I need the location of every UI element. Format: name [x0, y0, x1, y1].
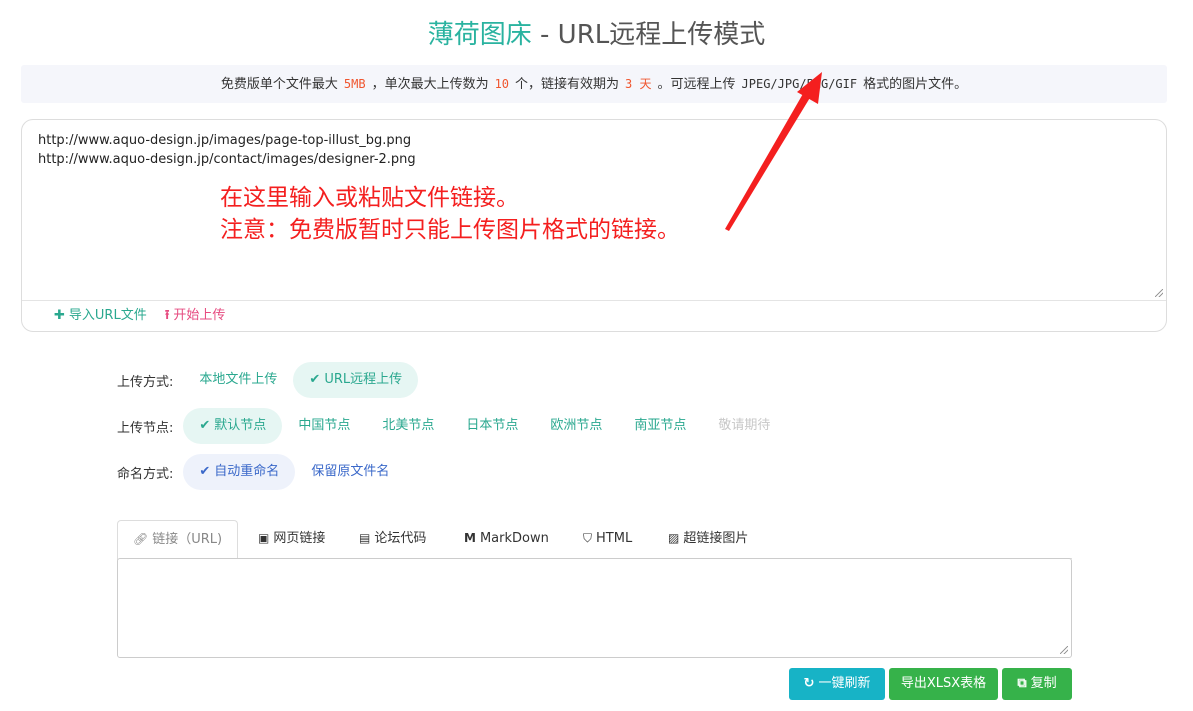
url-line: http://www.aquo-design.jp/images/page-to… [38, 133, 412, 148]
tab-html[interactable]: ⛉ HTML [568, 520, 647, 557]
option-local-upload[interactable]: 本地文件上传 [183, 362, 293, 398]
url-line: http://www.aquo-design.jp/contact/images… [38, 152, 416, 167]
comment-icon: ▤ [359, 531, 371, 545]
option-label: 北美节点 [382, 418, 435, 433]
tab-label: 超链接图片 [683, 531, 749, 546]
import-label: 导入URL文件 [68, 308, 147, 323]
image-icon: ▣ [258, 531, 270, 545]
tab-label: 网页链接 [273, 531, 326, 546]
page-title: 薄荷图床 - URL远程上传模式 [0, 16, 1193, 54]
check-icon: ✔ [309, 372, 321, 387]
refresh-button[interactable]: ↻ 一键刷新 [789, 668, 885, 700]
instruction-annotation: 在这里输入或粘贴文件链接。 注意：免费版暂时只能上传图片格式的链接。 [220, 182, 680, 246]
button-label: 一键刷新 [818, 676, 871, 691]
notice-text: 。可远程上传 [657, 77, 736, 92]
option-node-south-asia[interactable]: 南亚节点 [618, 408, 702, 444]
option-auto-rename[interactable]: ✔ 自动重命名 [183, 454, 296, 490]
option-label: 敬请期待 [718, 418, 771, 433]
option-node-coming-soon: 敬请期待 [702, 408, 786, 444]
option-node-china[interactable]: 中国节点 [282, 408, 366, 444]
resize-handle[interactable] [1060, 646, 1068, 654]
tab-label: HTML [596, 531, 633, 546]
brand-name: 薄荷图床 [427, 20, 532, 50]
option-label: 默认节点 [214, 418, 267, 433]
import-url-file-button[interactable]: ✚ 导入URL文件 [54, 306, 147, 326]
notice-text: 个，链接有效期为 [515, 77, 620, 92]
option-label: 中国节点 [298, 418, 351, 433]
tab-label: MarkDown [479, 531, 549, 546]
option-node-europe[interactable]: 欧洲节点 [534, 408, 618, 444]
check-icon: ✔ [199, 464, 211, 479]
option-label: 本地文件上传 [199, 372, 278, 387]
upload-node-row: 上传节点: ✔ 默认节点 中国节点 北美节点 日本节点 欧洲节点 南亚节点 敬请期… [117, 408, 786, 444]
url-actions: ✚ 导入URL文件 ⭱ 开始上传 [54, 306, 239, 326]
upload-node-label: 上传节点: [117, 420, 174, 436]
naming-label: 命名方式: [117, 466, 174, 482]
expire-value: 3 天 [625, 77, 652, 91]
option-label: 南亚节点 [634, 418, 687, 433]
button-label: 导出XLSX表格 [900, 676, 987, 691]
option-label: 保留原文件名 [311, 464, 390, 479]
title-mode: URL远程上传模式 [557, 20, 766, 50]
tab-markdown[interactable]: M MarkDown [449, 520, 564, 557]
option-label: 自动重命名 [214, 464, 280, 479]
tab-label: 论坛代码 [374, 531, 427, 546]
output-textarea[interactable] [117, 558, 1072, 658]
markdown-icon: M [464, 531, 476, 545]
upload-method-row: 上传方式: 本地文件上传 ✔ URL远程上传 [117, 362, 419, 398]
notice-text: ，单次最大上传数为 [371, 77, 489, 92]
option-label: 欧洲节点 [550, 418, 603, 433]
button-label: 复制 [1030, 676, 1057, 691]
option-url-upload[interactable]: ✔ URL远程上传 [293, 362, 419, 398]
naming-row: 命名方式: ✔ 自动重命名 保留原文件名 [117, 454, 405, 490]
annotation-line: 在这里输入或粘贴文件链接。 [220, 185, 519, 211]
tab-hyperlink-image[interactable]: ▨ 超链接图片 [653, 520, 763, 557]
tab-url[interactable]: 🔗︎ 链接（URL) [117, 520, 239, 560]
tab-label: 链接（URL) [152, 532, 223, 547]
notice-text: 免费版单个文件最大 [220, 77, 338, 92]
html5-icon: ⛉ [583, 531, 593, 545]
check-icon: ✔ [199, 418, 211, 433]
upload-method-label: 上传方式: [117, 374, 174, 390]
notice-text: 格式的图片文件。 [863, 77, 968, 92]
title-separator: - [531, 20, 558, 50]
option-node-default[interactable]: ✔ 默认节点 [183, 408, 283, 444]
plus-icon: ✚ [54, 308, 65, 323]
option-keep-filename[interactable]: 保留原文件名 [295, 454, 405, 490]
picture-icon: ▨ [668, 531, 680, 545]
upload-icon: ⭱ [164, 308, 170, 323]
formats-value: JPEG/JPG/PNG/GIF [741, 77, 858, 91]
option-node-japan[interactable]: 日本节点 [450, 408, 534, 444]
option-label: URL远程上传 [324, 372, 403, 387]
refresh-icon: ↻ [803, 676, 815, 691]
annotation-line: 注意：免费版暂时只能上传图片格式的链接。 [220, 217, 680, 243]
max-count-value: 10 [494, 77, 510, 91]
output-format-tabs: 🔗︎ 链接（URL) ▣ 网页链接 ▤ 论坛代码 M MarkDown ⛉ HTML ▨ 超… [117, 520, 1072, 560]
tab-forum-code[interactable]: ▤ 论坛代码 [344, 520, 441, 557]
copy-icon: ⧉ [1017, 676, 1027, 691]
start-upload-button[interactable]: ⭱ 开始上传 [165, 306, 226, 326]
tab-web-link[interactable]: ▣ 网页链接 [243, 520, 340, 557]
option-node-north-america[interactable]: 北美节点 [366, 408, 450, 444]
upload-label: 开始上传 [173, 308, 226, 323]
link-icon: 🔗︎ [133, 532, 149, 546]
max-size-value: 5MB [343, 77, 366, 91]
copy-button[interactable]: ⧉ 复制 [1002, 668, 1072, 700]
upload-limits-notice: 免费版单个文件最大 5MB ，单次最大上传数为 10 个，链接有效期为 3 天。可远程上传… [21, 65, 1167, 103]
option-label: 日本节点 [466, 418, 519, 433]
export-xlsx-button[interactable]: 导出XLSX表格 [889, 668, 998, 700]
resize-handle[interactable] [1155, 289, 1163, 297]
